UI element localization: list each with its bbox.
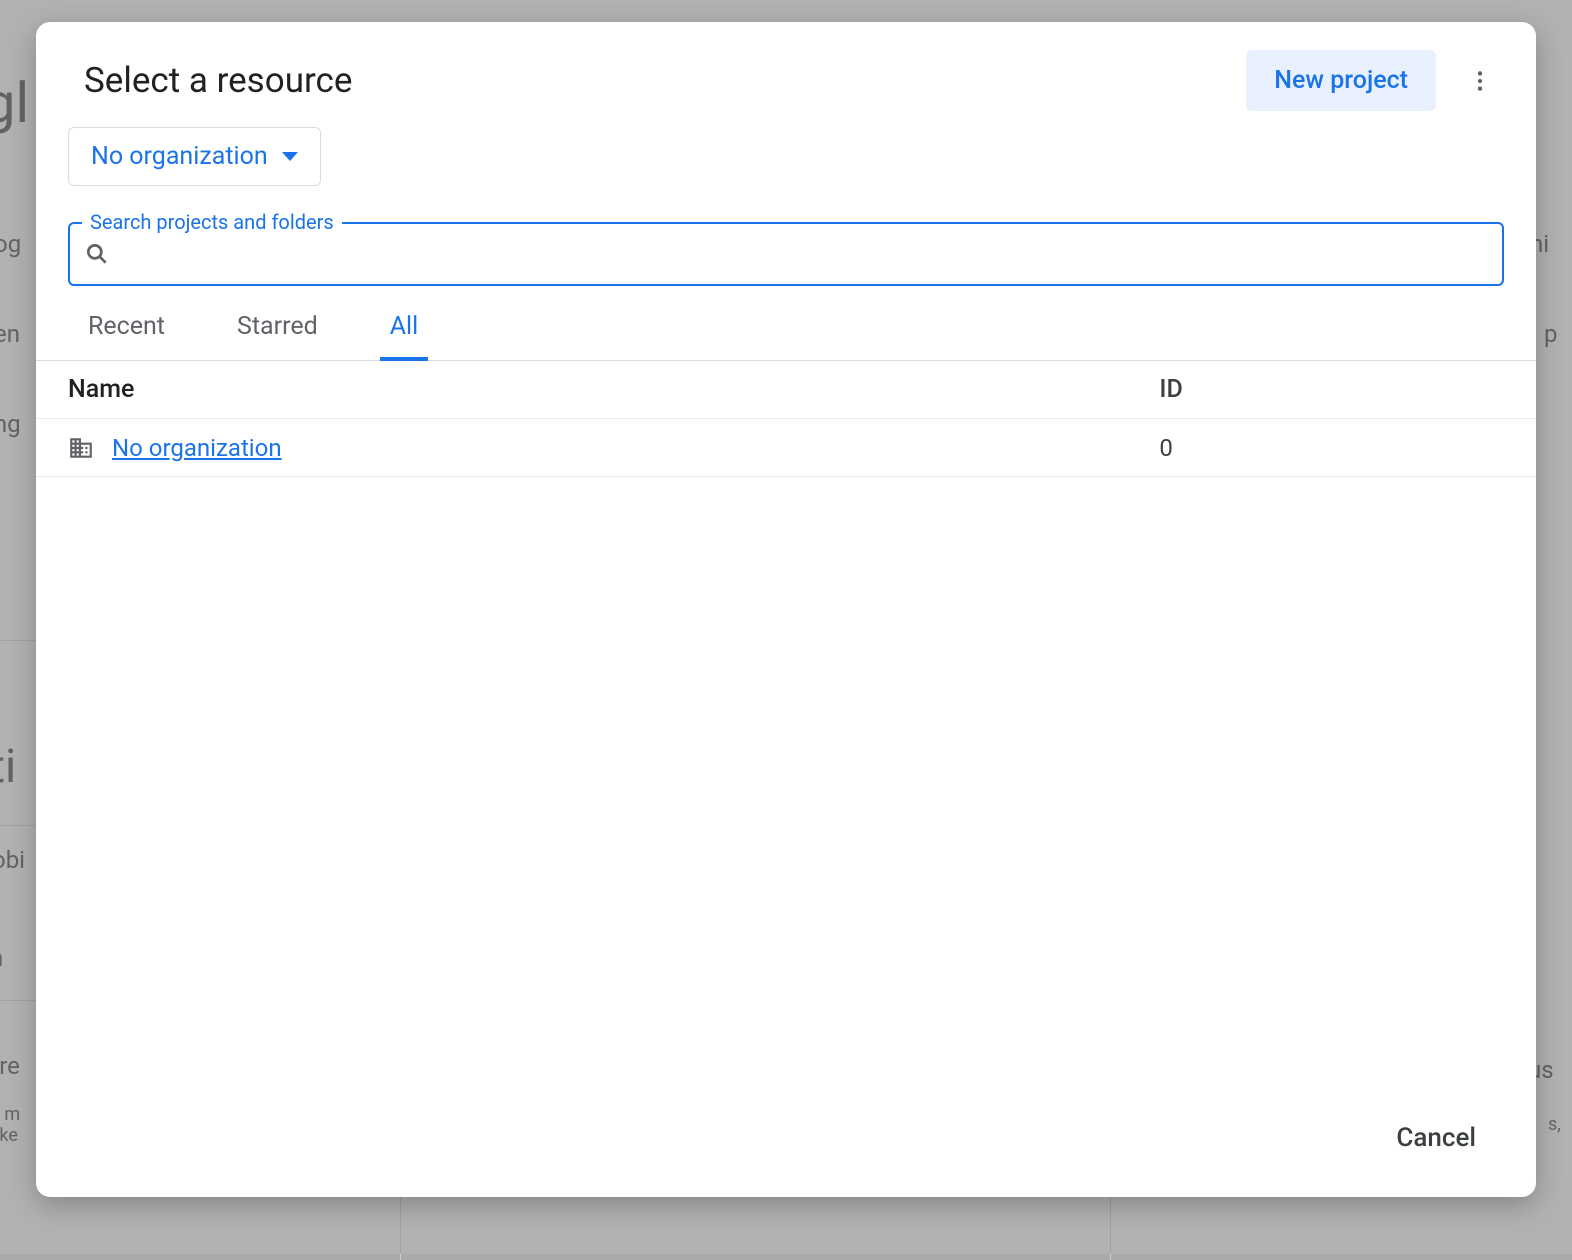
tab-starred[interactable]: Starred <box>227 304 328 361</box>
tabs: Recent Starred All <box>36 286 1536 361</box>
search-input[interactable] <box>110 242 1488 267</box>
search-icon <box>84 241 110 267</box>
tab-all[interactable]: All <box>380 304 428 361</box>
cancel-button[interactable]: Cancel <box>1380 1111 1492 1165</box>
column-header-name[interactable]: Name <box>68 375 1159 404</box>
search-label: Search projects and folders <box>82 210 342 234</box>
more-vert-icon <box>1467 68 1493 94</box>
dialog-title: Select a resource <box>84 60 1246 101</box>
organization-row: No organization <box>36 119 1536 198</box>
row-id-value: 0 <box>1159 434 1504 462</box>
organization-dropdown-label: No organization <box>91 142 268 171</box>
table-row[interactable]: No organization 0 <box>36 419 1536 477</box>
search-field-wrap: Search projects and folders <box>68 222 1504 286</box>
resource-table: Name ID No organization 0 <box>36 361 1536 477</box>
dialog-header: Select a resource New project <box>36 22 1536 119</box>
domain-icon <box>68 435 94 461</box>
row-name-link[interactable]: No organization <box>112 434 282 462</box>
new-project-button[interactable]: New project <box>1246 50 1436 111</box>
chevron-down-icon <box>282 152 298 161</box>
tab-recent[interactable]: Recent <box>78 304 175 361</box>
organization-dropdown[interactable]: No organization <box>68 127 321 186</box>
table-header: Name ID <box>36 361 1536 419</box>
resource-picker-dialog: Select a resource New project No organiz… <box>36 22 1536 1197</box>
dialog-footer: Cancel <box>36 1091 1536 1197</box>
more-options-button[interactable] <box>1456 57 1504 105</box>
column-header-id[interactable]: ID <box>1159 375 1504 404</box>
